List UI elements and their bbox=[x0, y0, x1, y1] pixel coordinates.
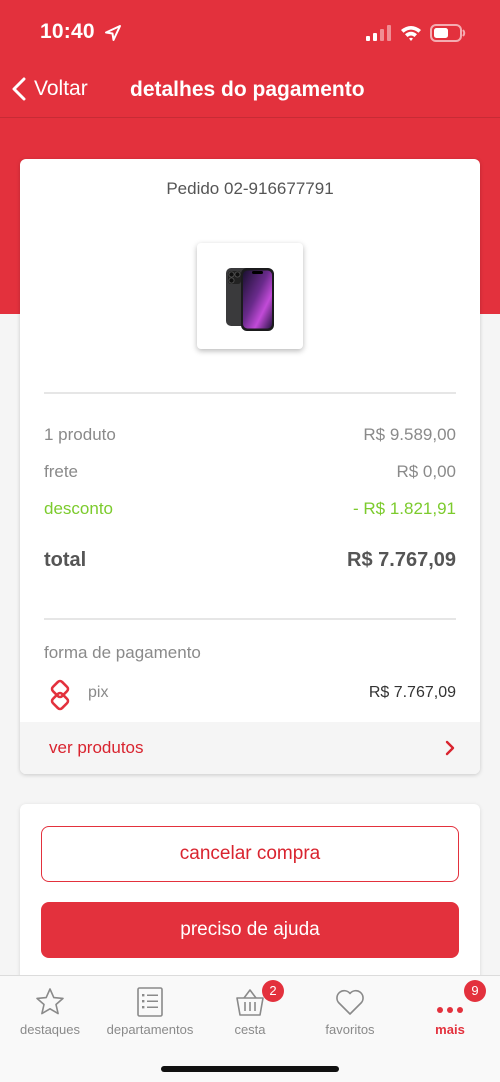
summary-label: frete bbox=[44, 462, 79, 481]
battery-icon bbox=[430, 24, 466, 42]
location-arrow-icon bbox=[105, 25, 121, 41]
divider bbox=[44, 618, 456, 620]
cellular-signal-icon bbox=[366, 25, 391, 41]
list-icon bbox=[137, 987, 163, 1017]
ver-produtos-button[interactable]: ver produtos bbox=[20, 722, 480, 774]
summary-value: - R$ 1.821,91 bbox=[352, 499, 456, 518]
divider bbox=[44, 392, 456, 394]
summary-value: R$ 9.589,00 bbox=[363, 425, 456, 444]
summary-value: R$ 0,00 bbox=[396, 462, 456, 481]
tab-mais[interactable]: 9 mais bbox=[400, 976, 500, 1046]
actions-card: cancelar compra preciso de ajuda bbox=[20, 804, 480, 1004]
order-number: Pedido 02-916677791 bbox=[166, 179, 334, 198]
tab-label: destaques bbox=[20, 1022, 80, 1037]
chevron-left-icon bbox=[12, 77, 26, 101]
pix-icon bbox=[50, 679, 70, 711]
navigation-bar: Voltar detalhes do pagamento bbox=[0, 64, 500, 118]
product-thumbnail[interactable] bbox=[197, 243, 303, 349]
help-button[interactable]: preciso de ajuda bbox=[41, 902, 459, 958]
tab-destaques[interactable]: destaques bbox=[0, 976, 100, 1046]
total-value: R$ 7.767,09 bbox=[347, 549, 456, 571]
order-summary-card: Pedido 02-916677791 1 produto R$ 9.589,0… bbox=[20, 159, 480, 774]
payment-method-label: pix bbox=[88, 684, 109, 701]
tab-label: cesta bbox=[234, 1022, 266, 1037]
tab-cesta[interactable]: 2 cesta bbox=[200, 976, 300, 1046]
wifi-icon bbox=[401, 26, 421, 41]
tab-label: departamentos bbox=[106, 1022, 194, 1037]
payment-heading: forma de pagamento bbox=[44, 643, 201, 662]
status-time: 10:40 bbox=[40, 20, 95, 43]
back-label: Voltar bbox=[34, 77, 88, 100]
back-button[interactable]: Voltar bbox=[10, 74, 88, 104]
home-indicator bbox=[161, 1066, 339, 1072]
tab-label: favoritos bbox=[325, 1022, 375, 1037]
heart-icon bbox=[336, 989, 364, 1015]
status-bar: 10:40 bbox=[0, 0, 500, 64]
total-label: total bbox=[44, 549, 87, 571]
cart-badge: 2 bbox=[262, 980, 284, 1002]
payment-amount: R$ 7.767,09 bbox=[368, 684, 456, 701]
tab-departamentos[interactable]: departamentos bbox=[100, 976, 200, 1046]
summary-label: desconto bbox=[44, 499, 113, 518]
tab-favoritos[interactable]: favoritos bbox=[300, 976, 400, 1046]
tab-label: mais bbox=[435, 1022, 465, 1037]
chevron-right-icon bbox=[445, 740, 455, 756]
page-title: detalhes do pagamento bbox=[130, 78, 365, 101]
more-badge: 9 bbox=[464, 980, 486, 1002]
iphone-image bbox=[226, 268, 274, 331]
more-icon bbox=[437, 1007, 463, 1013]
ver-produtos-label: ver produtos bbox=[49, 738, 144, 757]
cancel-order-button[interactable]: cancelar compra bbox=[41, 826, 459, 882]
summary-label: 1 produto bbox=[44, 425, 116, 444]
star-icon bbox=[36, 988, 64, 1015]
